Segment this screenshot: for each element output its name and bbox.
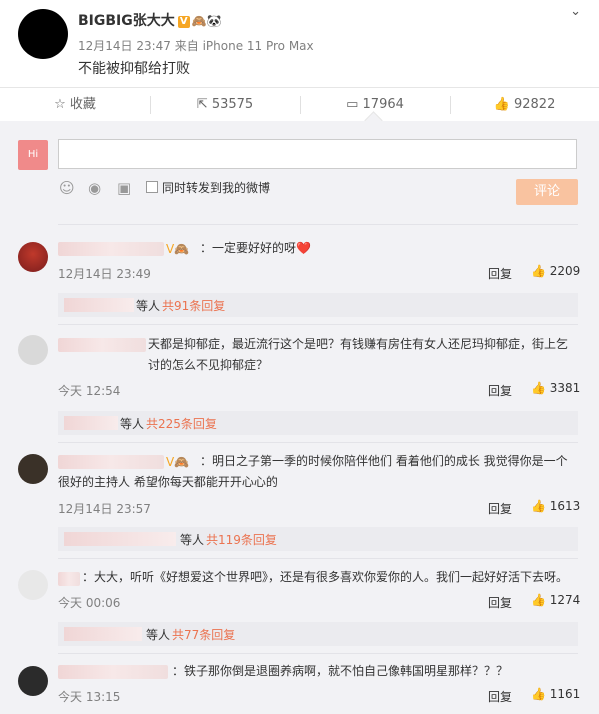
action-bar: ☆ 收藏 ⇱ 53575 ▭ 17964 👍 92822 <box>0 87 599 122</box>
commenter-avatar[interactable] <box>18 666 48 696</box>
comment-count: 17964 <box>362 97 404 112</box>
commenter-name[interactable] <box>58 338 146 352</box>
divider <box>58 442 578 443</box>
favorite-label: 收藏 <box>69 97 96 112</box>
current-user-avatar: Hi <box>18 140 48 170</box>
thumbs-up-icon: 👍 <box>531 264 546 278</box>
reply-summary[interactable]: 等人 共77条回复 <box>58 622 578 646</box>
reply-prefix: 等人 <box>146 628 171 642</box>
commenter-name[interactable] <box>58 665 168 679</box>
like-count: 92822 <box>513 97 556 112</box>
comment-icon: ▭ <box>346 97 359 112</box>
reply-prefix: 等人 <box>180 533 205 547</box>
divider <box>58 324 578 325</box>
comment-text: ：大大，听听《好想爱这个世界吧》，还是有很多喜欢你爱你的人。我们一起好好活下去呀… <box>82 570 569 584</box>
reply-button[interactable]: 回复 <box>488 688 512 705</box>
emoji-icon[interactable]: ☺ <box>59 179 75 197</box>
commenter-name[interactable] <box>58 242 164 256</box>
divider <box>58 653 578 654</box>
chevron-down-icon[interactable]: ⌄ <box>570 4 581 19</box>
repost-checkbox[interactable] <box>146 181 158 193</box>
comment-like-button[interactable]: 👍 1274 <box>531 593 580 607</box>
image-icon[interactable]: ▣ <box>117 179 131 197</box>
comment-like-count: 3381 <box>549 381 581 395</box>
reply-users <box>64 298 134 312</box>
comment-text: ：一定要好好的呀❤️ <box>200 241 311 255</box>
repost-checkbox-label: 同时转发到我的微博 <box>162 181 271 195</box>
thumbs-up-icon: 👍 <box>493 97 510 112</box>
submit-comment-button[interactable]: 评论 <box>516 179 578 205</box>
reply-button[interactable]: 回复 <box>488 500 512 517</box>
comment-like-count: 1274 <box>549 593 581 607</box>
reply-button[interactable]: 回复 <box>488 382 512 399</box>
commenter-avatar[interactable] <box>18 242 48 272</box>
reply-button[interactable]: 回复 <box>488 265 512 282</box>
reply-count-link[interactable]: 共225条回复 <box>146 415 217 432</box>
comment-like-button[interactable]: 👍 1613 <box>531 499 580 513</box>
comment-time: 今天 13:15 <box>58 690 121 704</box>
share-icon: ⇱ <box>196 97 208 112</box>
commenter-avatar[interactable] <box>18 335 48 365</box>
verified-icon: V🙈 <box>166 242 190 256</box>
favorite-button[interactable]: ☆ 收藏 <box>0 88 150 121</box>
divider <box>58 558 578 559</box>
verified-badge-icon: V <box>177 16 190 28</box>
thumbs-up-icon: 👍 <box>531 687 546 701</box>
comment-text: 天都是抑郁症，最近流行这个是吧？有钱赚有房住有女人还尼玛抑郁症，街上乞讨的怎么不… <box>148 337 569 372</box>
reply-summary[interactable]: 等人 共225条回复 <box>58 411 578 435</box>
comment-like-count: 2209 <box>549 264 581 278</box>
reply-button[interactable]: 回复 <box>488 594 512 611</box>
comment-like-count: 1613 <box>549 499 581 513</box>
comment-input[interactable] <box>58 139 577 169</box>
reply-count-link[interactable]: 共119条回复 <box>206 531 277 548</box>
reply-prefix: 等人 <box>120 417 145 431</box>
reply-summary[interactable]: 等人 共119条回复 <box>58 527 578 551</box>
author-name[interactable]: BIGBIG张大大 <box>78 13 175 29</box>
reply-count-link[interactable]: 共91条回复 <box>162 297 225 314</box>
comment-like-button[interactable]: 👍 1161 <box>531 687 580 701</box>
thumbs-up-icon: 👍 <box>531 381 546 395</box>
star-icon: ☆ <box>54 97 66 112</box>
share-count: 53575 <box>211 97 254 112</box>
post-meta: 12月14日 23:47 来自 iPhone 11 Pro Max <box>78 39 314 53</box>
reply-summary[interactable]: 等人 共91条回复 <box>58 293 578 317</box>
reply-prefix: 等人 <box>136 299 161 313</box>
comment-time: 今天 12:54 <box>58 384 121 398</box>
post-text: 不能被抑郁给打败 <box>78 61 190 77</box>
comment-text: ：明日之子第一季的时候你陪伴他们 看着他们的成长 我觉得你是一个很好的主持人 希… <box>58 454 568 489</box>
gif-icon[interactable]: ◉ <box>88 179 101 197</box>
comment-time: 12月14日 23:57 <box>58 502 151 516</box>
commenter-avatar[interactable] <box>18 454 48 484</box>
comment-like-count: 1161 <box>549 687 581 701</box>
divider <box>58 224 578 225</box>
comment-text: ：铁子那你倒是退圈养病啊，就不怕自己像韩国明星那样？？？ <box>172 664 509 678</box>
thumbs-up-icon: 👍 <box>531 593 546 607</box>
comment-time: 今天 00:06 <box>58 596 121 610</box>
reply-users <box>64 627 142 641</box>
commenter-avatar[interactable] <box>18 570 48 600</box>
commenter-name[interactable] <box>58 572 80 586</box>
post-author[interactable]: BIGBIG张大大 V 🙈🐼 <box>78 10 222 30</box>
emoji-badge-icon: 🙈🐼 <box>191 14 222 28</box>
like-button[interactable]: 👍 92822 <box>450 88 599 121</box>
author-avatar[interactable] <box>18 9 68 59</box>
thumbs-up-icon: 👍 <box>531 499 546 513</box>
comment-like-button[interactable]: 👍 2209 <box>531 264 580 278</box>
comment-like-button[interactable]: 👍 3381 <box>531 381 580 395</box>
share-button[interactable]: ⇱ 53575 <box>150 88 300 121</box>
reply-count-link[interactable]: 共77条回复 <box>172 626 235 643</box>
comment-time: 12月14日 23:49 <box>58 267 151 281</box>
reply-users <box>64 416 118 430</box>
reply-users <box>64 532 176 546</box>
